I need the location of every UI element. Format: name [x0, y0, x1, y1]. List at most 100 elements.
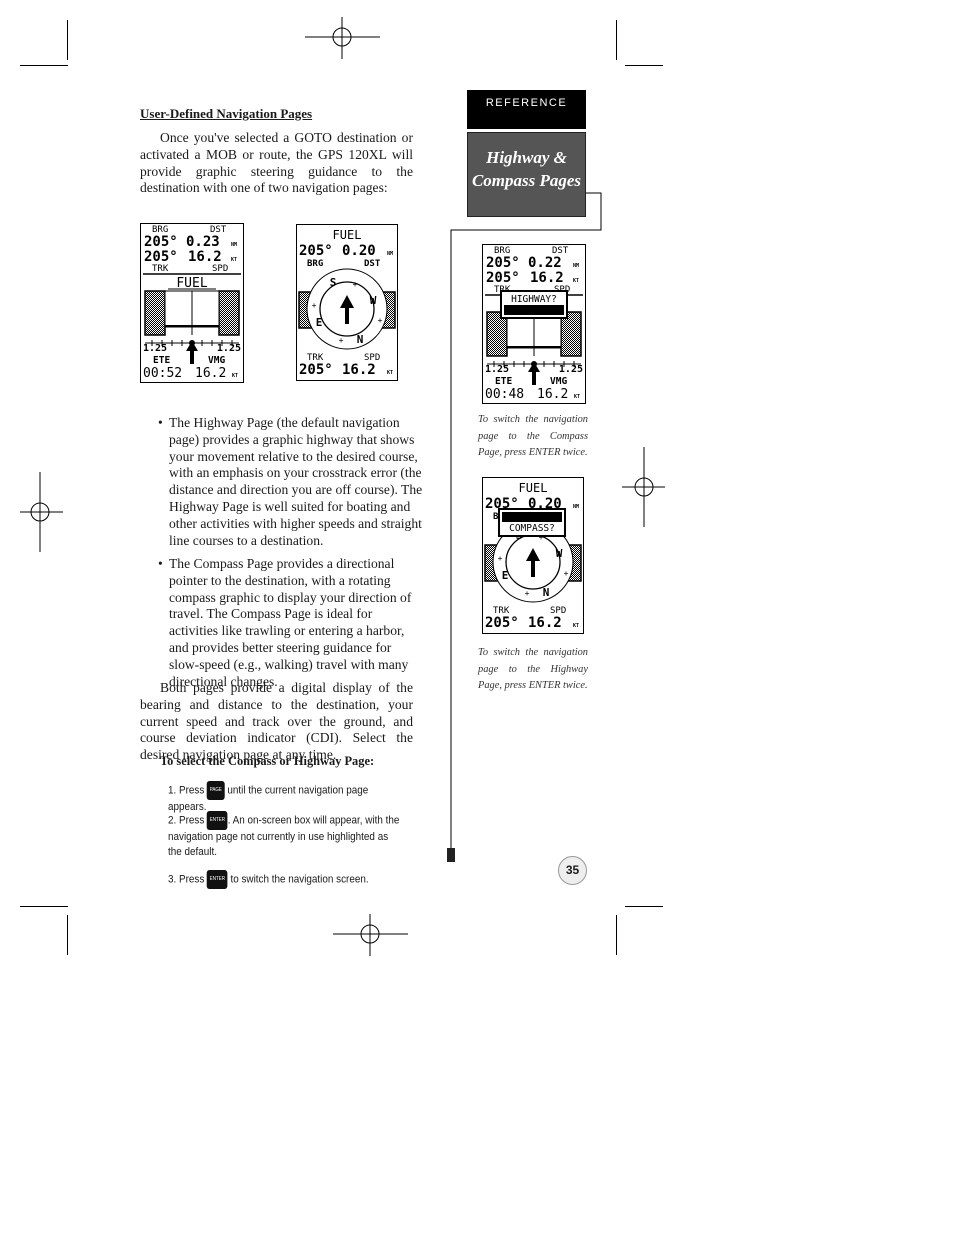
distance-value: 0.20: [342, 243, 376, 259]
crop-mark: [616, 915, 617, 955]
ete-value: 00:52: [143, 366, 182, 381]
crop-mark: [625, 65, 663, 66]
vmg-label: VMG: [550, 376, 567, 387]
brg-label: BRG: [307, 259, 323, 269]
speed-value: 16.2: [342, 362, 376, 378]
track-value: 205°: [144, 249, 178, 265]
page-key-icon: PAGE: [207, 781, 225, 800]
trk-label: TRK: [152, 264, 169, 274]
speed-value: 16.2: [188, 249, 222, 265]
compass-tick: +: [339, 336, 344, 345]
step-text: 3. Press: [168, 873, 208, 886]
crop-mark: [20, 906, 68, 907]
popup-option-compass[interactable]: COMPASS?: [511, 305, 557, 316]
crop-mark: [20, 65, 68, 66]
spd-label: SPD: [212, 264, 228, 274]
step-text: 1. Press: [168, 784, 208, 797]
compass-tick: +: [564, 569, 569, 578]
track-value: 205°: [485, 615, 519, 631]
popup-option-compass[interactable]: COMPASS?: [509, 523, 555, 534]
registration-mark: [333, 914, 408, 956]
compass-tick: +: [353, 280, 358, 289]
speed-unit: KT: [231, 257, 237, 263]
cdi-scale-right: 1.25: [559, 364, 583, 375]
compass-letter-e: E: [316, 316, 323, 329]
compass-tick: +: [378, 316, 383, 325]
highway-page-screen-with-popup: BRGDST205°0.22NM205°16.2KTTRKSPDFUEL1.25…: [482, 244, 586, 404]
speed-value: 16.2: [530, 270, 564, 286]
distance-unit: NM: [573, 504, 579, 510]
compass-tick: +: [525, 589, 530, 598]
highway-page-screen: BRG DST205° 0.23 NM205° 16.2 KTTRK SPDFUEL1.25…: [140, 223, 244, 383]
vmg-unit: KT: [574, 394, 580, 400]
field-title: FUEL: [333, 228, 362, 242]
caption-highway: To switch the navigation page to the Hig…: [478, 647, 588, 691]
step-1: 1. Press PAGE until the current navigati…: [168, 781, 404, 815]
chapter-title-line: Compass Pages: [471, 171, 582, 190]
crop-mark: [67, 20, 68, 60]
speed-value: 16.2: [528, 615, 562, 631]
distance-unit: NM: [231, 242, 237, 248]
registration-mark: [20, 472, 63, 552]
bearing-value: 205°: [299, 243, 333, 259]
compass-letter-n: N: [357, 333, 364, 346]
registration-mark: [305, 17, 380, 59]
compass-tick: +: [312, 301, 317, 310]
track-value: 205°: [299, 362, 333, 378]
distance-unit: NM: [387, 251, 393, 257]
crop-mark: [67, 915, 68, 955]
enter-key-icon: ENTER: [207, 811, 228, 830]
cdi-scale-left: 1.25: [485, 364, 509, 375]
ete-label: ETE: [153, 355, 170, 366]
popup-option-highway[interactable]: HIGHWAY?: [511, 294, 557, 305]
step-text: to switch the navigation screen.: [227, 873, 369, 886]
cdi-scale-left: 1.25: [143, 343, 167, 354]
enter-key-icon: ENTER: [207, 870, 228, 889]
track-value: 205°: [486, 270, 520, 286]
shaded-area: [144, 290, 166, 336]
compass-letter-w: W: [556, 547, 563, 560]
crop-mark: [625, 906, 663, 907]
intro-paragraph: Once you've selected a GOTO destination …: [140, 130, 413, 196]
caption-compass: To switch the navigation page to the Com…: [478, 414, 588, 458]
ete-label: ETE: [495, 376, 512, 387]
bullet-item: • The Highway Page (the default navigatio…: [158, 415, 423, 548]
compass-page-screen-with-popup: FUEL205°0.20NMBRGDSTSWEN++++TRKSPD205°16…: [482, 477, 584, 634]
step-3: 3. Press ENTER to switch the navigation …: [168, 870, 404, 889]
section-tab: REFERENCE: [467, 90, 586, 129]
step-text: 2. Press: [168, 814, 208, 827]
vmg-value: 16.2: [195, 366, 226, 381]
speed-unit: KT: [573, 623, 579, 629]
bearing-value: 205°: [144, 234, 178, 250]
section-heading: User-Defined Navigation Pages: [140, 106, 313, 121]
distance-value: 0.23: [186, 234, 220, 250]
step-2: 2. Press ENTER. An on-screen box will ap…: [168, 811, 404, 860]
shaded-area: [218, 290, 240, 336]
compass-letter-e: E: [502, 569, 509, 582]
procedure-title: To select the Compass or Highway Page:: [160, 754, 375, 768]
speed-unit: KT: [387, 370, 393, 376]
compass-letter-n: N: [543, 586, 550, 599]
bearing-value: 205°: [486, 255, 520, 271]
cdi-scale-right: 1.25: [217, 343, 241, 354]
dst-label: DST: [364, 259, 381, 269]
vmg-unit: KT: [232, 373, 238, 379]
compass-letter-s: S: [330, 276, 337, 289]
popup-option-highway[interactable]: HIGHWAY?: [509, 512, 555, 523]
compass-page-screen: FUEL205° 0.20 NMBRG DSTSWEN++++TRK SPD205° 16…: [296, 224, 398, 381]
bullet-text: The Highway Page (the default navigation…: [169, 415, 423, 548]
registration-mark: [622, 447, 665, 527]
chapter-title-line: Highway &: [486, 148, 567, 167]
bullet-text: The Compass Page provides a directional …: [169, 556, 412, 689]
summary-paragraph: Both pages provide a digital display of …: [140, 680, 413, 763]
page-number: 35: [558, 856, 587, 885]
vmg-value: 16.2: [537, 387, 568, 402]
distance-value: 0.22: [528, 255, 562, 271]
compass-tick: +: [498, 554, 503, 563]
compass-letter-w: W: [370, 294, 377, 307]
vmg-label: VMG: [208, 355, 225, 366]
crop-mark: [616, 20, 617, 60]
ete-value: 00:48: [485, 387, 524, 402]
bullet-item: • The Compass Page provides a directional…: [158, 556, 423, 690]
field-title: FUEL: [519, 481, 548, 495]
